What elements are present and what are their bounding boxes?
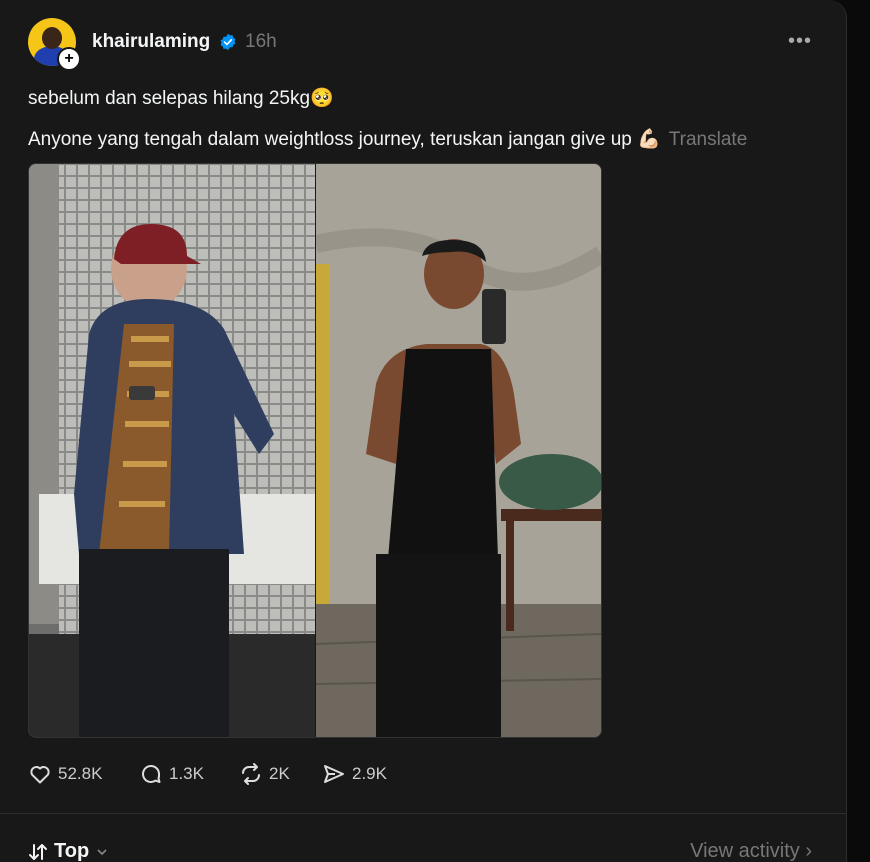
post-card: + khairulaming 16h ••• sebelum dan selep… xyxy=(0,0,847,862)
before-photo xyxy=(29,164,315,737)
repost-count: 2K xyxy=(269,764,290,783)
heart-icon xyxy=(30,766,50,784)
sort-arrows-icon xyxy=(29,843,47,860)
post-header: + khairulaming 16h ••• xyxy=(28,18,828,71)
after-photo xyxy=(316,164,601,737)
avatar-face xyxy=(42,27,62,49)
repost-icon xyxy=(242,763,260,785)
verified-badge-icon xyxy=(220,33,236,51)
post-image[interactable] xyxy=(28,163,602,738)
chevron-down-icon xyxy=(97,848,107,855)
post-text-line-1: sebelum dan selepas hilang 25kg🥺 xyxy=(28,88,334,109)
username[interactable]: khairulaming xyxy=(92,31,210,53)
more-options-icon[interactable]: ••• xyxy=(788,30,812,53)
like-count: 52.8K xyxy=(58,764,103,783)
divider xyxy=(0,813,846,814)
translate-link[interactable]: Translate xyxy=(669,129,748,150)
comment-button[interactable]: 1.3K xyxy=(139,762,204,786)
post-time: 16h xyxy=(245,31,277,52)
like-button[interactable]: 52.8K xyxy=(28,762,102,786)
comment-icon xyxy=(142,765,161,783)
share-count: 2.9K xyxy=(352,764,387,783)
sort-dropdown[interactable]: Top xyxy=(28,840,109,862)
repost-button[interactable]: 2K xyxy=(239,762,290,786)
post-actions: 52.8K 1.3K 2K 2.9K xyxy=(28,762,628,788)
send-icon xyxy=(324,765,344,783)
comment-count: 1.3K xyxy=(169,764,204,783)
sort-label: Top xyxy=(54,840,90,862)
follow-plus-icon[interactable]: + xyxy=(57,47,81,71)
view-activity-link[interactable]: View activity › xyxy=(690,840,812,862)
post-text-body: Anyone yang tengah dalam weightloss jour… xyxy=(28,129,661,150)
share-button[interactable]: 2.9K xyxy=(322,762,387,786)
post-text-line-2: Anyone yang tengah dalam weightloss jour… xyxy=(28,127,747,151)
